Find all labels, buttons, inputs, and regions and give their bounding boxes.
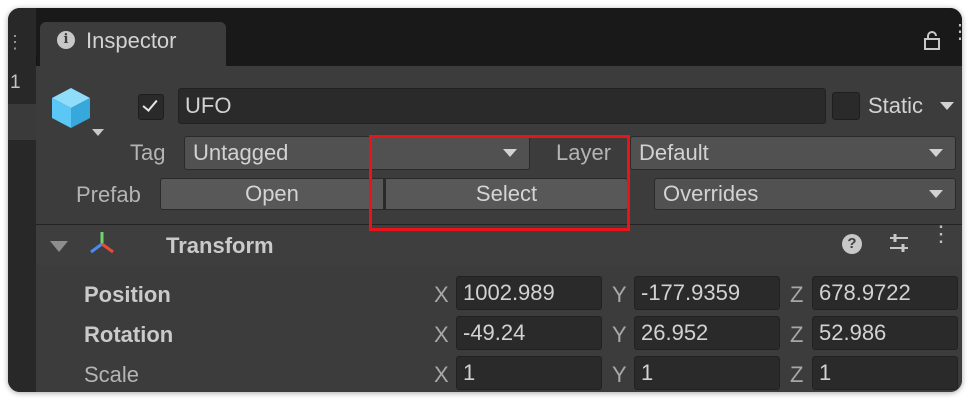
hierarchy-number: 1: [10, 72, 21, 93]
position-x-field[interactable]: 1002.989: [456, 276, 602, 310]
chevron-down-icon: [929, 190, 943, 198]
highlight-annotation-box: [369, 135, 630, 231]
position-label: Position: [84, 282, 171, 307]
tab-title: Inspector: [86, 28, 177, 53]
static-dropdown-arrow-icon[interactable]: [940, 102, 954, 110]
axis-x-label[interactable]: X: [434, 362, 449, 388]
tab-menu-kebab-icon[interactable]: ⋮: [950, 22, 962, 42]
axis-z-label[interactable]: Z: [790, 322, 803, 348]
help-icon[interactable]: ?: [842, 234, 862, 254]
axis-z-label[interactable]: Z: [790, 362, 803, 388]
foldout-arrow-icon[interactable]: [50, 241, 68, 252]
overrides-label: Overrides: [663, 181, 759, 206]
component-title: Transform: [166, 233, 274, 258]
axis-y-label[interactable]: Y: [612, 282, 627, 308]
position-z-field[interactable]: 678.9722: [812, 276, 958, 310]
axis-x-label[interactable]: X: [434, 322, 449, 348]
axis-y-label[interactable]: Y: [612, 322, 627, 348]
layer-value: Default: [639, 140, 709, 165]
tab-bar: i Inspector ⋮: [36, 8, 962, 66]
gameobject-cube-icon[interactable]: [50, 86, 92, 130]
hierarchy-row-highlight: [8, 104, 36, 140]
tag-label: Tag: [130, 140, 166, 165]
position-y-field[interactable]: -177.9359: [634, 276, 780, 310]
scale-label: Scale: [84, 362, 140, 387]
rotation-x-field[interactable]: -49.24: [456, 316, 602, 350]
axis-y-label[interactable]: Y: [612, 362, 627, 388]
active-checkbox[interactable]: [138, 94, 164, 120]
scale-z-field[interactable]: 1: [812, 356, 958, 390]
rotation-z-field[interactable]: 52.986: [812, 316, 958, 350]
tag-value: Untagged: [193, 140, 289, 165]
icon-dropdown-arrow-icon[interactable]: [92, 129, 104, 136]
scale-y-field[interactable]: 1: [634, 356, 780, 390]
layer-dropdown[interactable]: Default: [630, 136, 956, 170]
component-menu-kebab-icon[interactable]: ⋮: [930, 223, 952, 245]
prefab-label: Prefab: [76, 182, 141, 207]
axis-x-label[interactable]: X: [434, 282, 449, 308]
rotation-label: Rotation: [84, 322, 174, 347]
axis-z-label[interactable]: Z: [790, 282, 803, 308]
lock-icon[interactable]: [924, 30, 940, 50]
static-label: Static: [868, 93, 924, 118]
prefab-open-button[interactable]: Open: [160, 178, 384, 210]
prefab-overrides-dropdown[interactable]: Overrides: [654, 178, 956, 210]
preset-sliders-icon[interactable]: [888, 232, 910, 254]
static-checkbox[interactable]: [832, 92, 860, 120]
tab-inspector[interactable]: i Inspector: [40, 22, 226, 66]
object-name-field[interactable]: UFO: [178, 88, 826, 124]
rotation-y-field[interactable]: 26.952: [634, 316, 780, 350]
transform-axes-icon: [90, 232, 114, 254]
scale-x-field[interactable]: 1: [456, 356, 602, 390]
info-icon: i: [57, 31, 75, 49]
panel-kebab-icon[interactable]: ⋮: [8, 32, 24, 53]
hierarchy-panel-edge: ⋮ 1: [8, 8, 37, 392]
chevron-down-icon: [929, 149, 943, 157]
